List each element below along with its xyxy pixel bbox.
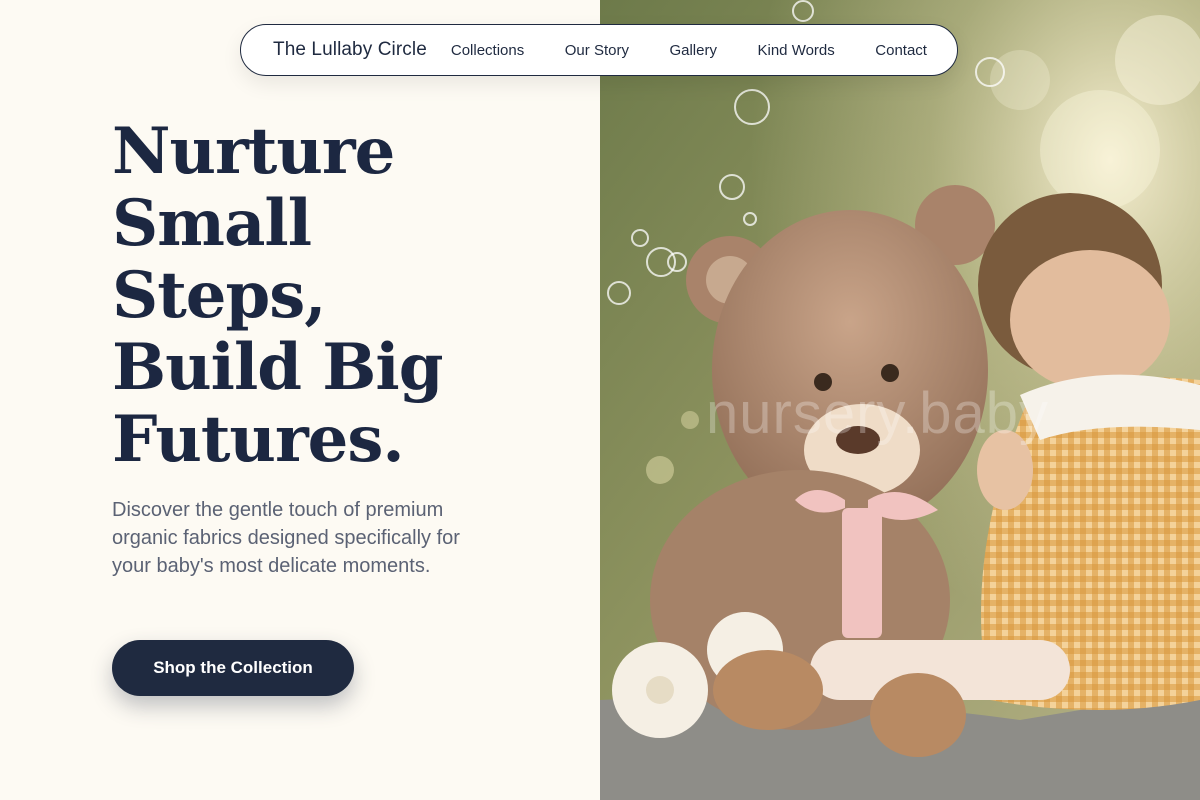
- headline-line: Small: [112, 186, 312, 261]
- headline-line: Futures.: [112, 402, 405, 477]
- hero-text-panel: Nurture Small Steps, Build Big Futures. …: [0, 0, 600, 800]
- hero-headline: Nurture Small Steps, Build Big Futures.: [112, 114, 443, 477]
- nav-link-contact[interactable]: Contact: [875, 42, 927, 59]
- photo-watermark: nursery.baby: [706, 381, 1049, 446]
- nav-links: Collections Our Story Gallery Kind Words…: [451, 42, 927, 59]
- headline-line: Steps,: [112, 258, 327, 333]
- headline-line: Nurture: [112, 114, 395, 189]
- nav-link-collections[interactable]: Collections: [451, 42, 524, 59]
- hero-description: Discover the gentle touch of premium org…: [112, 499, 460, 577]
- nav-link-gallery[interactable]: Gallery: [669, 42, 717, 59]
- nav-link-kind-words[interactable]: Kind Words: [758, 42, 835, 59]
- nav-link-our-story[interactable]: Our Story: [565, 42, 629, 59]
- shop-collection-button[interactable]: Shop the Collection: [112, 640, 354, 696]
- headline-line: Build Big: [112, 330, 443, 405]
- hero-photo-panel: nursery.baby: [600, 0, 1200, 800]
- brand-name[interactable]: The Lullaby Circle: [273, 39, 427, 61]
- top-navigation: The Lullaby Circle Collections Our Story…: [240, 24, 958, 76]
